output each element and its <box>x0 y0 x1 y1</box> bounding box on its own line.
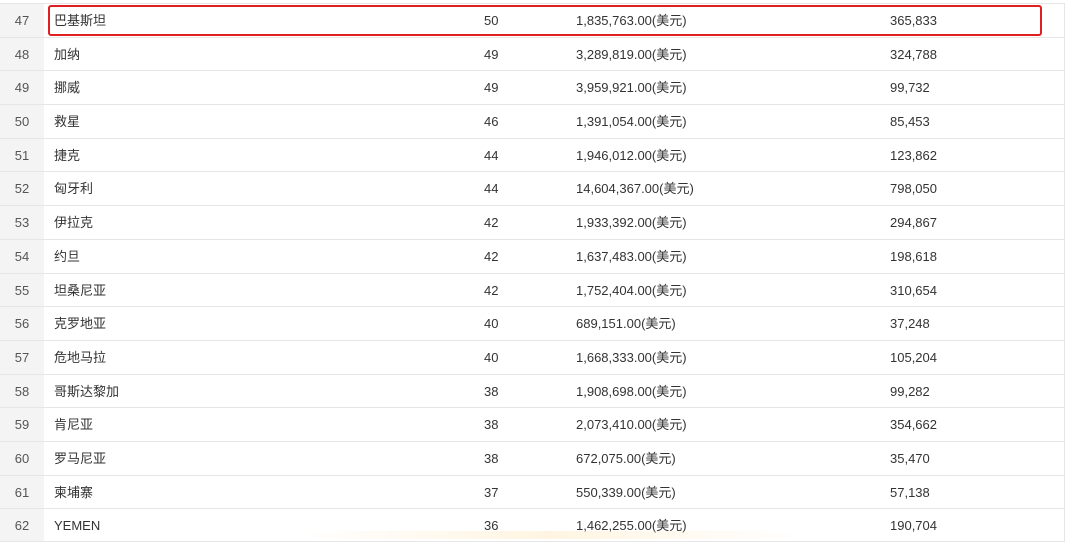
row-index: 47 <box>0 4 44 37</box>
count-value: 38 <box>484 450 499 466</box>
table-row: 51 捷克 44 1,946,012.00(美元) 123,862 <box>0 137 1064 172</box>
country-name: 哥斯达黎加 <box>54 383 120 399</box>
people-value: 324,788 <box>890 46 937 62</box>
people-value: 198,618 <box>890 248 937 264</box>
row-index: 59 <box>0 408 44 441</box>
country-name: 柬埔寨 <box>54 484 94 500</box>
count-value: 38 <box>484 383 499 399</box>
country-name: 捷克 <box>54 147 81 163</box>
amount-value: 3,289,819.00(美元) <box>576 46 687 62</box>
people-value: 99,282 <box>890 383 930 399</box>
count-value: 40 <box>484 349 499 365</box>
people-value: 105,204 <box>890 349 937 365</box>
table-row: 59 肯尼亚 38 2,073,410.00(美元) 354,662 <box>0 407 1064 441</box>
country-name: 伊拉克 <box>54 215 94 231</box>
amount-value: 1,908,698.00(美元) <box>576 383 687 399</box>
scroll-fade <box>300 531 800 539</box>
country-name: YEMEN <box>54 518 101 534</box>
people-value: 37,248 <box>890 316 930 332</box>
amount-value: 672,075.00(美元) <box>576 450 676 466</box>
people-value: 57,138 <box>890 484 930 500</box>
table-row: 48 加纳 49 3,289,819.00(美元) 324,788 <box>0 36 1064 71</box>
table-row: 61 柬埔寨 37 550,339.00(美元) 57,138 <box>0 474 1064 509</box>
table-row: 47 巴基斯坦 50 1,835,763.00(美元) 365,833 <box>0 3 1064 37</box>
table-row: 60 罗马尼亚 38 672,075.00(美元) 35,470 <box>0 440 1064 475</box>
amount-value: 689,151.00(美元) <box>576 316 676 332</box>
amount-value: 1,752,404.00(美元) <box>576 282 687 298</box>
country-name: 肯尼亚 <box>54 417 94 433</box>
count-value: 42 <box>484 282 499 298</box>
table-row: 56 克罗地亚 40 689,151.00(美元) 37,248 <box>0 306 1064 340</box>
table-row: 52 匈牙利 44 14,604,367.00(美元) 798,050 <box>0 171 1064 206</box>
count-value: 49 <box>484 46 499 62</box>
table-row: 49 挪威 49 3,959,921.00(美元) 99,732 <box>0 70 1064 105</box>
row-index: 62 <box>0 509 44 541</box>
row-index: 58 <box>0 374 44 408</box>
row-index: 50 <box>0 105 44 138</box>
people-value: 310,654 <box>890 282 937 298</box>
people-value: 35,470 <box>890 450 930 466</box>
row-index: 61 <box>0 475 44 509</box>
people-value: 99,732 <box>890 80 930 96</box>
people-value: 85,453 <box>890 114 930 130</box>
count-value: 42 <box>484 248 499 264</box>
country-name: 加纳 <box>54 46 81 62</box>
people-value: 123,862 <box>890 147 937 163</box>
amount-value: 1,668,333.00(美元) <box>576 349 687 365</box>
country-name: 罗马尼亚 <box>54 450 107 466</box>
amount-value: 14,604,367.00(美元) <box>576 181 694 197</box>
amount-value: 2,073,410.00(美元) <box>576 417 687 433</box>
table-row: 57 危地马拉 40 1,668,333.00(美元) 105,204 <box>0 339 1064 374</box>
amount-value: 1,391,054.00(美元) <box>576 114 687 130</box>
table-row: 53 伊拉克 42 1,933,392.00(美元) 294,867 <box>0 205 1064 239</box>
amount-value: 550,339.00(美元) <box>576 484 676 500</box>
count-value: 44 <box>484 147 499 163</box>
count-value: 44 <box>484 181 499 197</box>
count-value: 49 <box>484 80 499 96</box>
row-index: 54 <box>0 239 44 273</box>
table-row: 58 哥斯达黎加 38 1,908,698.00(美元) 99,282 <box>0 373 1064 408</box>
country-name: 救星 <box>54 114 81 130</box>
amount-value: 1,933,392.00(美元) <box>576 215 687 231</box>
table-row: 54 约旦 42 1,637,483.00(美元) 198,618 <box>0 238 1064 273</box>
count-value: 37 <box>484 484 499 500</box>
count-value: 38 <box>484 417 499 433</box>
row-index: 49 <box>0 71 44 105</box>
row-index: 55 <box>0 273 44 307</box>
count-value: 46 <box>484 114 499 130</box>
row-index: 51 <box>0 138 44 172</box>
row-index: 57 <box>0 340 44 374</box>
people-value: 190,704 <box>890 518 937 534</box>
ranking-table: 47 巴基斯坦 50 1,835,763.00(美元) 365,833 48 加纳 49 3,2… <box>0 3 1065 542</box>
country-name: 坦桑尼亚 <box>54 282 107 298</box>
country-name: 挪威 <box>54 80 81 96</box>
count-value: 42 <box>484 215 499 231</box>
row-index: 48 <box>0 37 44 71</box>
table-row: 55 坦桑尼亚 42 1,752,404.00(美元) 310,654 <box>0 272 1064 307</box>
people-value: 798,050 <box>890 181 937 197</box>
country-name: 克罗地亚 <box>54 316 107 332</box>
country-name: 约旦 <box>54 248 81 264</box>
country-name: 匈牙利 <box>54 181 94 197</box>
people-value: 365,833 <box>890 13 937 28</box>
count-value: 50 <box>484 13 499 28</box>
table-row: 50 救星 46 1,391,054.00(美元) 85,453 <box>0 104 1064 138</box>
people-value: 294,867 <box>890 215 937 231</box>
country-name: 危地马拉 <box>54 349 107 365</box>
row-index: 53 <box>0 206 44 239</box>
amount-value: 1,637,483.00(美元) <box>576 248 687 264</box>
amount-value: 1,946,012.00(美元) <box>576 147 687 163</box>
count-value: 40 <box>484 316 499 332</box>
row-index: 52 <box>0 172 44 206</box>
country-name: 巴基斯坦 <box>54 13 107 28</box>
amount-value: 3,959,921.00(美元) <box>576 80 687 96</box>
amount-value: 1,835,763.00(美元) <box>576 13 687 28</box>
row-index: 60 <box>0 441 44 475</box>
people-value: 354,662 <box>890 417 937 433</box>
row-index: 56 <box>0 307 44 340</box>
